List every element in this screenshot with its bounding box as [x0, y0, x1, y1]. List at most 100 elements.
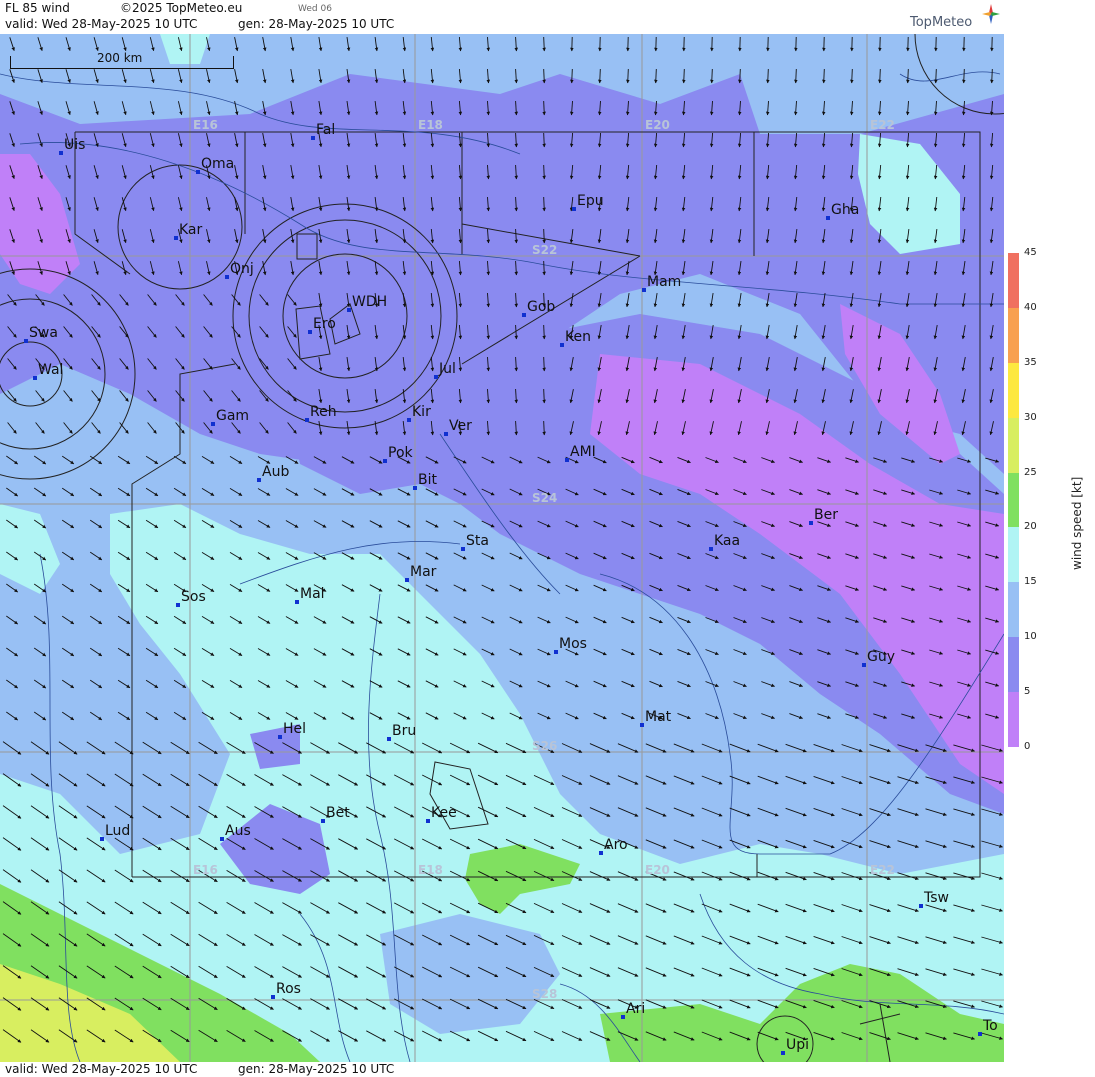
- wind-arrow: [990, 68, 994, 84]
- legend-tick-label: 5: [1024, 686, 1031, 698]
- place-label: Aus: [225, 823, 251, 839]
- legend-color-step: [1008, 472, 1019, 528]
- legend-color-step: [1008, 417, 1019, 474]
- scale-bar-label: 200 km: [97, 51, 143, 65]
- place-label: Mos: [559, 636, 587, 652]
- footer-valid-time: valid: Wed 28-May-2025 10 UTC: [5, 1062, 198, 1076]
- wind-arrow: [542, 132, 546, 148]
- legend-tick-label: 15: [1024, 576, 1037, 588]
- place-label: Jul: [439, 361, 456, 377]
- place-label: Guy: [867, 649, 896, 665]
- wind-arrow: [822, 68, 826, 84]
- place-label: Mal: [300, 586, 325, 602]
- place-marker: [308, 330, 312, 334]
- place-marker: [295, 600, 299, 604]
- legend-title: wind speed [kt]: [1070, 476, 1084, 570]
- legend-tick-label: 20: [1024, 521, 1037, 533]
- place-label: Oma: [201, 156, 235, 172]
- place-marker: [444, 432, 448, 436]
- place-marker: [434, 375, 438, 379]
- wind-arrow: [542, 228, 546, 244]
- lat-label: S22: [532, 243, 558, 257]
- place-label: Uis: [64, 137, 86, 153]
- lon-label-bottom: E18: [418, 863, 443, 877]
- legend-tick-label: 0: [1024, 741, 1031, 752]
- place-marker: [387, 737, 391, 741]
- legend-color-step: [1008, 582, 1019, 638]
- place-label: Reh: [310, 404, 337, 420]
- place-label: Gob: [527, 299, 556, 315]
- wind-arrow: [738, 68, 742, 84]
- lon-label-bottom: E16: [193, 863, 218, 877]
- place-label: Ken: [565, 329, 591, 345]
- place-marker: [426, 819, 430, 823]
- place-marker: [919, 904, 923, 908]
- place-marker: [220, 837, 224, 841]
- place-marker: [383, 459, 387, 463]
- legend-color-step: [1008, 253, 1019, 309]
- place-marker: [554, 650, 558, 654]
- lat-label: S24: [532, 491, 558, 505]
- place-label: Wal: [38, 362, 64, 378]
- place-label: Gam: [216, 408, 250, 424]
- place-label: Aub: [262, 464, 290, 480]
- legend-color-step: [1008, 637, 1019, 693]
- place-marker: [176, 603, 180, 607]
- place-marker: [560, 343, 564, 347]
- wind-arrow: [542, 36, 546, 52]
- place-label: Ber: [814, 507, 838, 523]
- place-label: Onj: [230, 261, 254, 277]
- place-label: Ero: [313, 316, 336, 332]
- product-title: FL 85 wind: [5, 1, 70, 15]
- place-label: Kar: [179, 222, 203, 238]
- place-marker: [978, 1032, 982, 1036]
- legend-tick-label: 45: [1024, 247, 1037, 258]
- legend-color-step: [1008, 362, 1019, 419]
- place-label: Hel: [283, 721, 307, 737]
- place-marker: [709, 547, 713, 551]
- lon-label-top: E16: [193, 118, 218, 132]
- lon-label-bottom: E22: [870, 863, 895, 877]
- place-marker: [257, 478, 261, 482]
- place-label: Kir: [412, 404, 431, 420]
- place-marker: [347, 308, 351, 312]
- wind-arrow: [654, 68, 658, 84]
- place-marker: [305, 418, 309, 422]
- lon-label-bottom: E20: [645, 863, 670, 877]
- legend-tick-label: 30: [1024, 411, 1037, 423]
- place-label: Gha: [831, 202, 860, 218]
- place-label: Upi: [786, 1037, 810, 1053]
- place-marker: [642, 288, 646, 292]
- wind-map-svg: [0, 34, 1004, 1062]
- legend-color-step: [1008, 307, 1019, 364]
- place-label: Swa: [29, 325, 58, 341]
- wind-arrow: [542, 260, 546, 276]
- place-marker: [781, 1051, 785, 1055]
- place-marker: [621, 1015, 625, 1019]
- place-label: Mam: [647, 274, 682, 290]
- wind-map[interactable]: 200 km E16 E18 E20 E22 E16 E18 E20 E22 S22 S24 S26…: [0, 34, 1004, 1062]
- place-marker: [461, 547, 465, 551]
- place-label: Mar: [410, 564, 437, 580]
- place-marker: [174, 236, 178, 240]
- compass-logo-icon: [982, 4, 1000, 24]
- place-label: To: [983, 1018, 998, 1034]
- legend-color-step: [1008, 692, 1019, 748]
- place-marker: [271, 995, 275, 999]
- place-marker: [100, 837, 104, 841]
- place-label: Bru: [392, 723, 417, 739]
- place-label: Sta: [466, 533, 489, 549]
- place-label: Tsw: [924, 890, 949, 906]
- place-marker: [405, 578, 409, 582]
- footer-generated-time: gen: 28-May-2025 10 UTC: [238, 1062, 395, 1076]
- wind-arrow: [682, 68, 686, 84]
- place-marker: [572, 207, 576, 211]
- place-marker: [407, 418, 411, 422]
- place-label: AMI: [570, 444, 596, 460]
- wind-arrow: [598, 68, 602, 84]
- place-label: Ver: [449, 418, 472, 434]
- wind-arrow: [766, 68, 770, 84]
- place-marker: [522, 313, 526, 317]
- place-label: WDH: [352, 294, 388, 310]
- place-label: Epu: [577, 193, 604, 209]
